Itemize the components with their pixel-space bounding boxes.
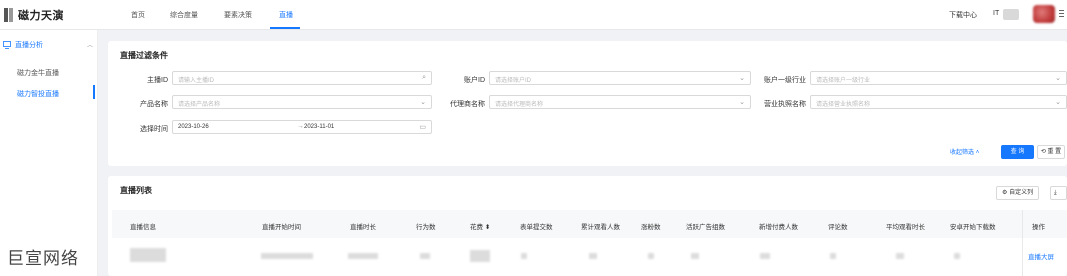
- reset-button[interactable]: ⟲ 重 置: [1037, 145, 1065, 159]
- license-name-select[interactable]: 请选择营业执照名称 ⌄: [810, 95, 1067, 109]
- date-range-separator: →: [297, 123, 304, 130]
- col-start-time[interactable]: 直播开始时间: [262, 221, 301, 231]
- chevron-down-icon: ⌄: [739, 75, 745, 82]
- monitor-icon: [3, 41, 11, 49]
- sidebar-item-magnetic-bull-live[interactable]: 磁力金牛直播: [17, 68, 59, 78]
- agent-name-select[interactable]: 请选择代理商名称 ⌄: [489, 95, 751, 109]
- table-header: 直播信息 直播开始时间 直播时长 行为数 花费 ⬍ 表单提交数 累计观看人数 涨…: [112, 210, 1067, 276]
- live-dashboard-link[interactable]: 直播大屏: [1028, 251, 1054, 261]
- viewers-cell-redacted: [589, 253, 597, 259]
- anchor-id-label: 主播ID: [147, 77, 168, 84]
- user-name-redacted: [1003, 9, 1019, 20]
- chevron-up-icon: ˄: [975, 150, 980, 156]
- nav-home[interactable]: 首页: [131, 10, 145, 20]
- actions-cell-redacted: [420, 253, 430, 259]
- paying-users-cell-redacted: [760, 253, 770, 259]
- sidebar-active-indicator: [93, 85, 95, 99]
- avatar[interactable]: [1033, 5, 1055, 23]
- app-logo-text: 磁力天演: [18, 10, 64, 22]
- col-android-downloads[interactable]: 安卓开始下载数: [950, 221, 996, 231]
- time-range-label: 选择时间: [140, 126, 168, 133]
- calendar-icon: ▭: [419, 124, 426, 131]
- nav-active-indicator: [270, 27, 300, 29]
- col-total-viewers[interactable]: 累计观看人数: [581, 221, 620, 231]
- live-list-panel: 直播列表 ⚙ 自定义列 ⤓ 直播信息 直播开始时间 直播时长 行为数 花费 ⬍ …: [108, 176, 1067, 276]
- account-id-label: 账户ID: [464, 77, 485, 84]
- product-name-label: 产品名称: [140, 101, 168, 108]
- agent-name-label: 代理商名称: [450, 101, 485, 108]
- chevron-down-icon: ⌄: [739, 99, 745, 106]
- more-menu-icon[interactable]: [1059, 8, 1065, 20]
- sidebar-item-smart-live[interactable]: 磁力智投直播: [17, 89, 59, 99]
- product-name-select[interactable]: 请选择产品名称 ⌄: [172, 95, 432, 109]
- form-submits-cell-redacted: [521, 253, 527, 259]
- date-end[interactable]: 2023-11-01: [304, 124, 334, 130]
- live-list-title: 直播列表: [120, 186, 152, 195]
- duration-cell-redacted: [348, 253, 378, 259]
- app-logo[interactable]: 磁力天演: [4, 7, 64, 23]
- top-navbar: 磁力天演 首页 综合度量 要素决策 直播 下载中心 IT: [0, 0, 1067, 30]
- col-followers-gained[interactable]: 涨粉数: [641, 221, 661, 231]
- sort-icon[interactable]: ⬍: [485, 224, 490, 231]
- cost-cell-redacted: [470, 250, 490, 262]
- col-operation: 操作: [1032, 224, 1045, 231]
- download-icon: ⤓: [1054, 190, 1057, 196]
- col-actions[interactable]: 行为数: [416, 221, 436, 231]
- collapse-filter-link[interactable]: 收起筛选 ˄: [950, 147, 979, 156]
- settings-icon: ⚙: [1002, 190, 1008, 196]
- date-start[interactable]: 2023-10-26: [178, 124, 209, 130]
- col-cost[interactable]: 花费 ⬍: [470, 221, 490, 231]
- sidebar: 直播分析 ︿ 磁力金牛直播 磁力智投直播: [0, 30, 98, 276]
- account-id-select[interactable]: 请选择账户ID ⌄: [489, 71, 751, 85]
- downloads-cell-redacted: [954, 253, 960, 259]
- custom-columns-button[interactable]: ⚙ 自定义列: [996, 186, 1040, 200]
- col-active-ad-groups[interactable]: 活跃广告组数: [686, 221, 725, 231]
- chevron-down-icon: ⌄: [1055, 75, 1061, 82]
- chevron-up-icon: ︿: [86, 43, 93, 49]
- col-new-paying-users[interactable]: 新增付费人数: [759, 221, 798, 231]
- followers-cell-redacted: [648, 253, 654, 259]
- chevron-down-icon: ⌄: [1055, 99, 1061, 106]
- logo-icon: [4, 8, 15, 22]
- anchor-id-input[interactable]: 请输入主播ID ⌕: [172, 71, 432, 85]
- query-button[interactable]: 查 询: [1001, 145, 1034, 159]
- col-avg-watch-time[interactable]: 平均观看时长: [886, 221, 925, 231]
- watermark: 巨宣网络: [7, 249, 79, 268]
- avg-watch-cell-redacted: [896, 253, 904, 259]
- comments-cell-redacted: [830, 253, 836, 259]
- fixed-column-divider: [1022, 210, 1023, 276]
- col-duration[interactable]: 直播时长: [350, 221, 376, 231]
- reset-icon: ⟲: [1040, 149, 1046, 155]
- start-time-cell-redacted: [261, 253, 313, 259]
- filter-panel-title: 直播过滤条件: [120, 51, 168, 60]
- col-form-submits[interactable]: 表单提交数: [520, 221, 553, 231]
- col-live-info: 直播信息: [130, 224, 156, 231]
- download-center-link[interactable]: 下载中心: [949, 10, 977, 20]
- sidebar-group-live-analysis[interactable]: 直播分析 ︿: [3, 40, 93, 50]
- col-comments[interactable]: 评论数: [828, 221, 848, 231]
- download-button[interactable]: ⤓: [1050, 186, 1067, 200]
- nav-comprehensive-metrics[interactable]: 综合度量: [170, 10, 198, 20]
- sidebar-group-label: 直播分析: [15, 42, 43, 49]
- industry-select[interactable]: 请选择账户一级行业 ⌄: [810, 71, 1067, 85]
- industry-label: 账户一级行业: [764, 77, 806, 84]
- user-name-prefix[interactable]: IT: [993, 10, 999, 17]
- nav-element-decision[interactable]: 要素决策: [224, 10, 252, 20]
- license-name-label: 营业执照名称: [764, 101, 806, 108]
- ad-groups-cell-redacted: [691, 253, 699, 259]
- live-info-cell-redacted: [130, 248, 166, 262]
- filter-panel: 直播过滤条件 主播ID 请输入主播ID ⌕ 账户ID 请选择账户ID ⌄ 账户一…: [108, 41, 1067, 166]
- nav-live[interactable]: 直播: [279, 10, 293, 20]
